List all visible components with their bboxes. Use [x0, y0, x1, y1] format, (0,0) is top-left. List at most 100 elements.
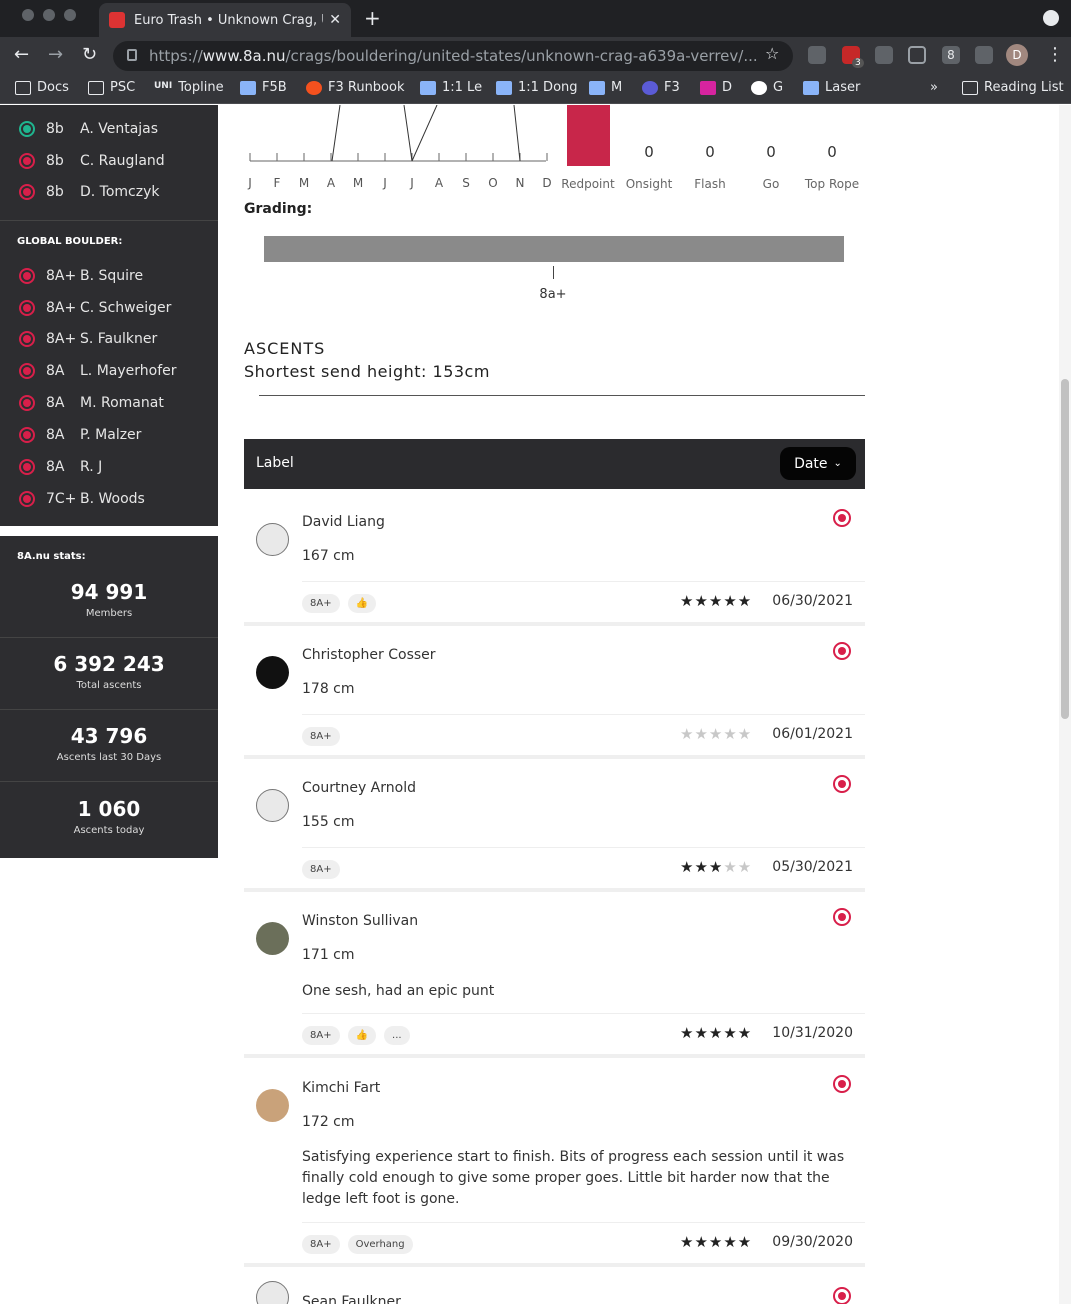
page-scrollbar[interactable] [1059, 105, 1071, 1304]
window-minimize-button[interactable] [43, 9, 55, 21]
more-options-icon[interactable]: ... [384, 1026, 410, 1045]
bookmark-f3[interactable]: F3 [642, 80, 680, 95]
sidebar-item[interactable]: 8A+ B. Squire [0, 260, 218, 291]
user-avatar[interactable] [256, 1281, 289, 1304]
thumbs-up-icon[interactable]: 👍 [347, 1026, 377, 1045]
uni-icon: UNI [154, 80, 173, 91]
folder-icon [88, 80, 104, 95]
address-bar[interactable]: https://www.8a.nu/crags/bouldering/unite… [113, 41, 793, 71]
reading-list-icon [962, 80, 978, 95]
bookmark-star-icon[interactable]: ☆ [765, 44, 779, 63]
window-maximize-button[interactable] [64, 9, 76, 21]
ascent-user-height: 167 cm [302, 548, 355, 564]
extensions-puzzle-icon[interactable] [975, 46, 993, 64]
ascent-user-name[interactable]: Christopher Cosser [302, 647, 436, 663]
browser-toolbar: ← → ↻ https://www.8a.nu/crags/bouldering… [0, 37, 1071, 74]
camera-icon[interactable] [875, 46, 893, 64]
chevron-down-icon: ⌄ [833, 458, 842, 469]
style-count-onsight: 0 [644, 143, 654, 161]
rating-stars: ★★★★★ [680, 725, 753, 743]
bookmark-d[interactable]: D [700, 80, 732, 95]
reload-icon[interactable]: ↻ [82, 44, 97, 65]
bookmark-docs[interactable]: Docs [15, 80, 69, 95]
tab-search-icon[interactable] [1043, 10, 1059, 26]
ascent-user-name[interactable]: Kimchi Fart [302, 1080, 380, 1096]
ascent-user-name[interactable]: Courtney Arnold [302, 780, 416, 796]
user-avatar[interactable] [256, 1089, 289, 1122]
bookmark-1-1-le[interactable]: 1:1 Le [420, 80, 482, 95]
sidebar-item[interactable]: 8A P. Malzer [0, 419, 218, 450]
divider [302, 1222, 865, 1223]
stat-ascents-30-days: 43 796 Ascents last 30 Days [56, 724, 162, 763]
ascent-user-name[interactable]: Sean Faulkner [302, 1294, 401, 1304]
sidebar-item[interactable]: 8A M. Romanat [0, 387, 218, 418]
site-favicon-icon [109, 12, 125, 28]
ascent-tags: 8A+ 👍 [302, 594, 377, 613]
bookmark-f5b[interactable]: F5B [240, 80, 287, 95]
fb-icon [589, 80, 605, 95]
scrollbar-thumb[interactable] [1061, 379, 1069, 719]
ascent-user-name[interactable]: David Liang [302, 514, 385, 530]
sidebar-item[interactable]: 8b D. Tomczyk [0, 176, 218, 207]
tab-close-icon[interactable]: ✕ [329, 12, 341, 28]
back-arrow-icon[interactable]: ← [14, 44, 29, 65]
profile-avatar[interactable]: D [1006, 44, 1028, 66]
style-label-flash: Flash [694, 177, 726, 191]
sidebar-item[interactable]: 8b C. Raugland [0, 145, 218, 176]
ascent-user-name[interactable]: Winston Sullivan [302, 913, 418, 929]
bookmark-topline[interactable]: UNI Topline [154, 80, 224, 95]
redpoint-icon [19, 362, 35, 379]
user-avatar[interactable] [256, 656, 289, 689]
ascent-card: David Liang 167 cm 8A+ 👍 ★★★★★ 06/30/202… [244, 493, 865, 626]
new-tab-button[interactable]: + [364, 6, 381, 30]
bookmark-f3-runbook[interactable]: F3 Runbook [306, 80, 405, 95]
extension-number-icon[interactable]: 8 [942, 46, 960, 64]
month-label: F [273, 176, 281, 190]
rating-stars: ★★★★★ [680, 858, 753, 876]
thumbs-up-icon[interactable]: 👍 [347, 594, 377, 613]
browser-tab-active[interactable]: Euro Trash • Unknown Crag, Ur ✕ [99, 3, 351, 37]
sort-date-button[interactable]: Date ⌄ [780, 447, 856, 480]
divider [259, 395, 865, 396]
window-close-button[interactable] [22, 9, 34, 21]
bookmark-psc[interactable]: PSC [88, 80, 135, 95]
month-label: N [515, 176, 525, 190]
ascent-date: 06/30/2021 [772, 593, 853, 609]
divider [302, 581, 865, 582]
redpoint-icon [19, 152, 35, 169]
ascent-date: 06/01/2021 [772, 726, 853, 742]
chrome-menu-icon[interactable]: ⋮ [1046, 44, 1064, 65]
redpoint-icon [19, 426, 35, 443]
sidebar-item[interactable]: 7C+ B. Woods [0, 483, 218, 514]
redpoint-icon [19, 490, 35, 507]
chart-line-segment [513, 105, 521, 162]
sidebar-item[interactable]: 8A+ S. Faulkner [0, 323, 218, 354]
sidebar-item[interactable]: 8A L. Mayerhofer [0, 355, 218, 386]
bookmark-m[interactable]: M [589, 80, 622, 95]
bookmark-g[interactable]: G [751, 80, 783, 95]
url-host: www.8a.nu [202, 47, 286, 65]
grading-title: Grading: [244, 201, 313, 217]
extension-spy-icon[interactable] [808, 46, 826, 64]
user-avatar[interactable] [256, 789, 289, 822]
grade-tag: 8A+ [302, 727, 340, 746]
chart-line-segment [331, 105, 341, 162]
reading-list-button[interactable]: Reading List [962, 80, 1064, 95]
redpoint-icon [19, 458, 35, 475]
divider [302, 714, 865, 715]
grading-tick [553, 266, 554, 279]
sidebar-item[interactable]: 8A R. J [0, 451, 218, 482]
user-avatar[interactable] [256, 523, 289, 556]
sidebar-item[interactable]: 8A+ C. Schweiger [0, 292, 218, 323]
bookmark-laser[interactable]: Laser [803, 80, 860, 95]
link-icon[interactable] [908, 46, 926, 64]
sidebar-item[interactable]: 8b A. Ventajas [0, 113, 218, 144]
ascent-user-height: 171 cm [302, 947, 355, 963]
bookmarks-overflow-chevron-icon[interactable]: » [930, 80, 938, 95]
user-avatar[interactable] [256, 922, 289, 955]
bookmark-1-1-dong[interactable]: 1:1 Dong [496, 80, 578, 95]
forward-arrow-icon[interactable]: → [48, 44, 63, 65]
month-ticks [249, 153, 548, 161]
style-count-go: 0 [766, 143, 776, 161]
url-path: /crags/bouldering/united-states/unknown-… [285, 47, 758, 65]
